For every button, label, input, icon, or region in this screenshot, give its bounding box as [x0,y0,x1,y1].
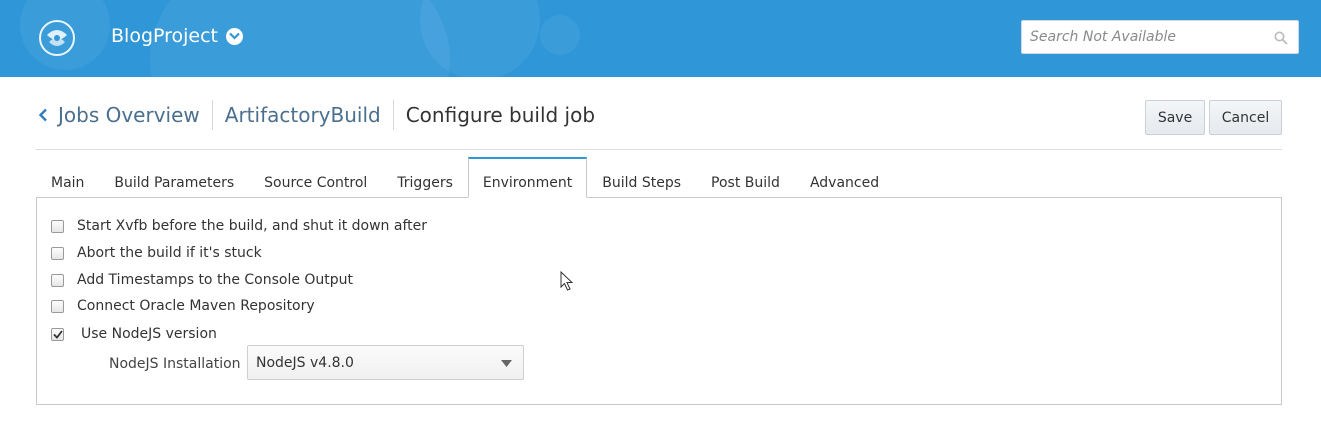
breadcrumb: Jobs Overview ArtifactoryBuild Configure… [38,100,595,130]
option-use-nodejs[interactable]: Use NodeJS version [51,326,217,342]
start-xvfb-checkbox[interactable] [51,219,64,233]
tab-build-steps[interactable]: Build Steps [587,157,696,198]
breadcrumb-divider [392,100,394,130]
back-to-jobs-link[interactable]: Jobs Overview [38,103,200,127]
oracle-cloud-logo-icon[interactable] [38,19,76,57]
tab-triggers[interactable]: Triggers [382,157,468,198]
option-label: Connect Oracle Maven Repository [77,298,315,314]
tab-main[interactable]: Main [36,157,99,198]
nodejs-selected-value: NodeJS v4.8.0 [256,354,354,371]
checkmark-icon [52,329,63,339]
timestamps-checkbox[interactable] [51,273,64,287]
mouse-pointer-icon [560,270,574,295]
tab-build-parameters[interactable]: Build Parameters [99,157,249,198]
search-box[interactable] [1021,20,1299,54]
cancel-button[interactable]: Cancel [1209,100,1282,135]
project-name: BlogProject [111,25,219,47]
option-label: Abort the build if it's stuck [77,245,262,261]
option-label: Start Xvfb before the build, and shut it… [77,218,427,234]
header-divider [36,149,1282,150]
use-nodejs-checkbox[interactable] [51,327,64,341]
option-label: Use NodeJS version [81,326,217,342]
nodejs-installation-select[interactable]: NodeJS v4.8.0 [247,345,524,380]
tab-source-control[interactable]: Source Control [249,157,382,198]
dropdown-arrow-icon [501,360,512,367]
chevron-left-icon [38,108,47,122]
save-button[interactable]: Save [1145,100,1205,135]
jobs-overview-label: Jobs Overview [58,103,200,127]
search-input[interactable] [1030,29,1270,45]
header-decoration [540,15,580,55]
breadcrumb-divider [211,100,213,130]
search-icon [1274,30,1288,49]
nodejs-installation-label: NodeJS Installation [109,356,241,372]
job-name-link[interactable]: ArtifactoryBuild [225,103,381,127]
top-header-bar: BlogProject [0,0,1321,77]
tab-post-build[interactable]: Post Build [696,157,795,198]
option-abort-stuck[interactable]: Abort the build if it's stuck [51,245,262,261]
option-start-xvfb[interactable]: Start Xvfb before the build, and shut it… [51,218,427,234]
oracle-maven-checkbox[interactable] [51,299,64,313]
option-oracle-maven[interactable]: Connect Oracle Maven Repository [51,298,315,314]
tab-advanced[interactable]: Advanced [795,157,894,198]
environment-panel: Start Xvfb before the build, and shut it… [36,197,1282,405]
chevron-down-icon [226,27,244,45]
project-selector[interactable]: BlogProject [111,25,244,47]
page-title: Configure build job [405,103,596,127]
tab-environment[interactable]: Environment [467,157,588,198]
config-tabs: Main Build Parameters Source Control Tri… [36,157,894,198]
abort-stuck-checkbox[interactable] [51,246,64,260]
option-label: Add Timestamps to the Console Output [77,272,354,288]
option-timestamps[interactable]: Add Timestamps to the Console Output [51,272,353,288]
